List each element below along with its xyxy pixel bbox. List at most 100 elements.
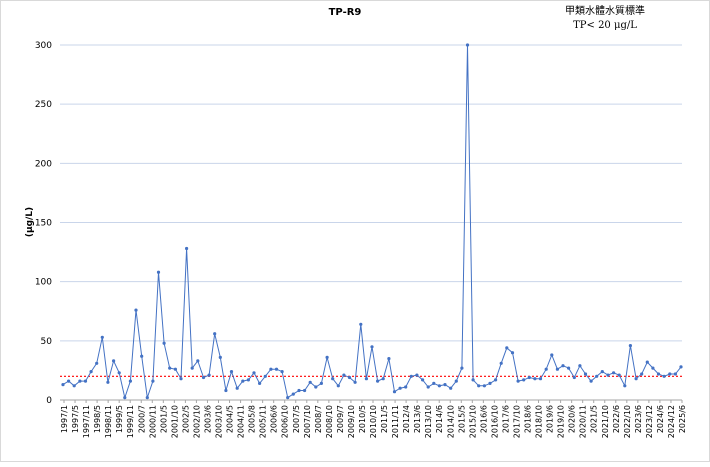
data-point xyxy=(617,373,621,377)
x-tick-label: 1998/11 xyxy=(104,405,113,438)
data-point xyxy=(454,379,458,383)
x-tick-label: 2004/5 xyxy=(226,405,235,433)
data-point xyxy=(218,355,222,359)
chart-title: TP-R9 xyxy=(329,7,362,18)
x-tick-label: 2012/4 xyxy=(402,405,411,433)
x-tick-label: 2008/7 xyxy=(314,405,323,433)
x-tick-label: 2020/11 xyxy=(579,405,588,438)
data-point xyxy=(432,381,436,385)
x-tick-label: 2023/12 xyxy=(645,405,654,438)
data-point xyxy=(550,353,554,357)
data-point xyxy=(415,373,419,377)
data-point xyxy=(246,378,250,382)
x-tick-label: 2011/11 xyxy=(391,405,400,438)
x-tick-label: 2021/10 xyxy=(601,405,610,438)
data-point xyxy=(325,355,329,359)
data-point xyxy=(583,372,588,376)
x-tick-label: 2006/6 xyxy=(270,405,279,433)
data-point xyxy=(381,377,385,381)
data-point xyxy=(578,364,582,368)
data-point xyxy=(516,379,520,383)
x-tick-label: 2022/6 xyxy=(612,405,621,433)
data-point xyxy=(499,361,503,365)
data-point xyxy=(437,384,441,388)
x-tick-label: 2025/6 xyxy=(678,405,687,433)
data-point xyxy=(465,43,470,47)
x-tick-label: 2019/10 xyxy=(557,405,566,438)
data-point xyxy=(668,372,672,376)
x-tick-label: 2016/6 xyxy=(479,405,488,433)
data-point xyxy=(595,374,599,378)
standard-label-line1: 甲類水體水質標準 xyxy=(565,4,645,17)
x-tick-label: 2013/6 xyxy=(413,405,422,433)
data-point xyxy=(567,366,571,370)
data-point xyxy=(78,379,82,383)
data-point xyxy=(61,383,65,387)
x-tick-label: 2017/10 xyxy=(512,405,521,438)
standard-label-line2: TP< 20 μg/L xyxy=(573,20,637,31)
data-point xyxy=(460,366,464,370)
chart-border xyxy=(0,0,710,462)
data-point xyxy=(128,379,132,383)
chart-container: 0 50 100 150 200 250 300 1997/1 1997/5 1997/11 19… xyxy=(0,0,710,462)
data-point xyxy=(112,359,116,363)
data-point xyxy=(370,345,374,349)
data-point xyxy=(342,373,346,377)
x-tick-label: 2005/11 xyxy=(259,405,268,438)
x-tick-label: 1999/11 xyxy=(126,405,135,438)
data-point xyxy=(589,379,593,383)
data-point xyxy=(404,385,408,389)
data-point xyxy=(443,383,447,387)
data-point xyxy=(409,374,413,378)
data-point xyxy=(263,374,267,378)
data-point xyxy=(398,386,402,390)
data-point xyxy=(538,377,543,381)
data-point xyxy=(392,390,397,394)
y-tick-label: 200 xyxy=(35,159,52,169)
data-point xyxy=(426,385,430,389)
x-tick-label: 2024/12 xyxy=(667,405,676,438)
data-point xyxy=(100,335,104,339)
x-tick-label: 2007/5 xyxy=(292,405,301,433)
x-tick-label: 2007/10 xyxy=(303,405,312,438)
data-point xyxy=(89,370,93,374)
data-point xyxy=(387,357,391,361)
data-point xyxy=(308,380,312,384)
data-point xyxy=(347,375,352,380)
data-point xyxy=(623,384,627,388)
x-tick-label: 2009/10 xyxy=(347,405,356,438)
x-tick-label: 2011/5 xyxy=(380,405,389,433)
data-point xyxy=(252,371,256,375)
x-tick-label: 2006/10 xyxy=(281,405,290,438)
data-point xyxy=(561,364,565,368)
x-tick-label: 2001/5 xyxy=(159,405,168,433)
data-point xyxy=(213,332,217,336)
x-tick-label: 2018/10 xyxy=(535,405,544,438)
x-tick-label: 2014/10 xyxy=(446,405,455,438)
x-tick-label: 2016/10 xyxy=(490,405,499,438)
x-tick-label: 2021/5 xyxy=(590,405,599,433)
x-tick-label: 1998/5 xyxy=(93,405,102,433)
data-point xyxy=(134,308,138,312)
x-tick-label: 2020/6 xyxy=(568,405,577,433)
x-tick-label: 2009/7 xyxy=(336,405,345,433)
x-tick-label: 2013/10 xyxy=(424,405,433,438)
data-point xyxy=(656,372,661,376)
data-point xyxy=(640,372,644,376)
data-point xyxy=(482,384,486,388)
data-point xyxy=(196,359,200,363)
data-point xyxy=(151,379,155,383)
data-point xyxy=(319,381,323,385)
data-point xyxy=(156,270,161,274)
x-axis-ticks: 1997/1 1997/5 1997/11 1998/5 1998/11 1999/5 19… xyxy=(60,400,687,438)
data-point xyxy=(421,378,425,382)
data-point xyxy=(628,344,633,348)
data-point xyxy=(510,351,515,355)
data-point xyxy=(336,384,340,388)
data-point xyxy=(488,381,492,385)
x-tick-label: 2017/6 xyxy=(501,405,510,433)
data-point xyxy=(190,366,194,370)
data-point xyxy=(168,366,172,370)
y-tick-label: 100 xyxy=(35,278,52,288)
data-point xyxy=(280,370,284,374)
